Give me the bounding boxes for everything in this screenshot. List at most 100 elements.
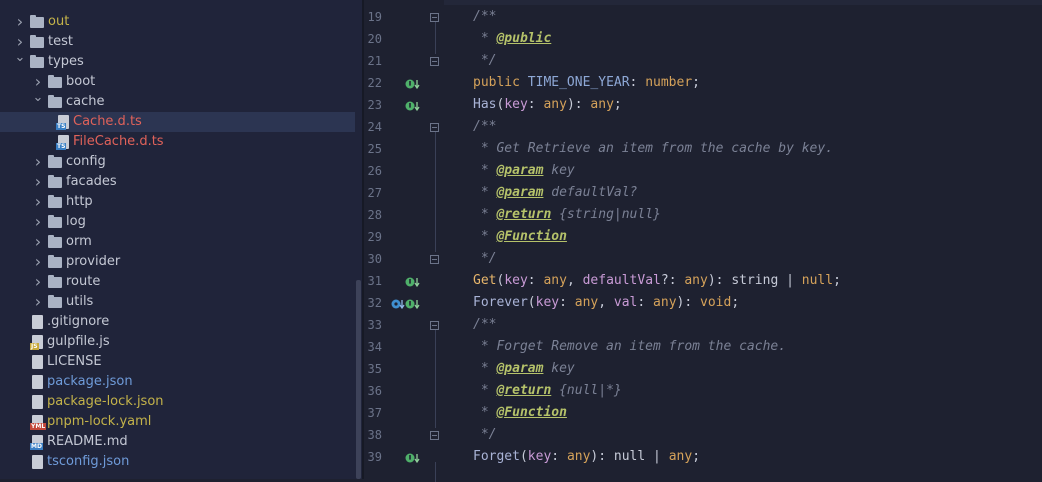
line-number[interactable]: 36: [364, 380, 382, 402]
code-line[interactable]: * Get Retrieve an item from the cache by…: [473, 138, 833, 160]
code-line[interactable]: */: [473, 424, 497, 446]
implemented-icon[interactable]: [405, 76, 423, 90]
line-number[interactable]: 32: [364, 292, 382, 314]
editor-gutter[interactable]: 19 20 21 22 23 24 25 26 27 28 29 30 31 32 33 34 35 36 37 38…: [364, 0, 444, 482]
code-line[interactable]: * Forget Remove an item from the cache.: [473, 336, 786, 358]
line-number[interactable]: 31: [364, 270, 382, 292]
tree-folder[interactable]: › test: [0, 32, 355, 52]
implemented-icon[interactable]: [405, 450, 423, 464]
code-line[interactable]: * @param key: [473, 358, 575, 380]
fold-toggle-icon[interactable]: [430, 321, 439, 330]
chevron-right-icon[interactable]: ›: [32, 252, 44, 272]
tree-folder[interactable]: › provider: [0, 252, 355, 272]
code-token: ):: [676, 295, 701, 310]
tree-file[interactable]: YML pnpm-lock.yaml: [0, 412, 355, 432]
tree-folder[interactable]: › log: [0, 212, 355, 232]
code-token: ,: [598, 295, 614, 310]
line-number[interactable]: 22: [364, 72, 382, 94]
tree-folder[interactable]: ⌄ types: [0, 51, 355, 72]
chevron-right-icon[interactable]: ›: [32, 292, 44, 312]
code-line[interactable]: * @return {null|*}: [473, 380, 622, 402]
code-line[interactable]: /**: [473, 6, 496, 28]
line-number[interactable]: 25: [364, 138, 382, 160]
line-number[interactable]: 39: [364, 446, 382, 468]
fold-toggle-icon[interactable]: [430, 13, 439, 22]
override-implemented-icon[interactable]: [391, 296, 423, 310]
code-editor[interactable]: 19 20 21 22 23 24 25 26 27 28 29 30 31 32 33 34 35 36 37 38…: [364, 0, 1042, 482]
tree-folder[interactable]: › http: [0, 192, 355, 212]
chevron-right-icon[interactable]: ›: [14, 32, 26, 52]
fold-toggle-icon[interactable]: [430, 255, 439, 264]
code-line[interactable]: * @Function: [473, 402, 567, 424]
code-token: ,: [566, 273, 583, 288]
code-line[interactable]: Forever(key: any, val: any): void;: [473, 292, 739, 314]
tree-file[interactable]: TS Cache.d.ts: [0, 112, 355, 132]
line-number[interactable]: 27: [364, 182, 382, 204]
line-number[interactable]: 33: [364, 314, 382, 336]
tree-file[interactable]: package-lock.json: [0, 392, 355, 412]
folder-icon: [48, 195, 62, 208]
tree-scrollbar[interactable]: [356, 280, 361, 479]
line-number[interactable]: 29: [364, 226, 382, 248]
tree-folder[interactable]: › orm: [0, 232, 355, 252]
code-line[interactable]: Forget(key: any): null | any;: [473, 446, 700, 468]
line-number[interactable]: 19: [364, 6, 382, 28]
code-line[interactable]: */: [473, 248, 497, 270]
line-number[interactable]: 24: [364, 116, 382, 138]
line-number[interactable]: 26: [364, 160, 382, 182]
chevron-right-icon[interactable]: ›: [32, 232, 44, 252]
code-line[interactable]: /**: [473, 314, 496, 336]
line-number[interactable]: 28: [364, 204, 382, 226]
tree-file[interactable]: JS gulpfile.js: [0, 332, 355, 352]
chevron-down-icon[interactable]: ⌄: [14, 51, 26, 72]
tree-file[interactable]: LICENSE: [0, 352, 355, 372]
code-line[interactable]: * @param defaultVal?: [473, 182, 638, 204]
line-number[interactable]: 30: [364, 248, 382, 270]
chevron-right-icon[interactable]: ›: [14, 12, 26, 32]
fold-toggle-icon[interactable]: [430, 431, 439, 440]
tree-file[interactable]: MD README.md: [0, 432, 355, 452]
tree-folder[interactable]: › facades: [0, 172, 355, 192]
tree-file[interactable]: TS FileCache.d.ts: [0, 132, 355, 152]
chevron-right-icon[interactable]: ›: [32, 152, 44, 172]
code-token: any: [653, 295, 677, 310]
tree-folder[interactable]: › route: [0, 272, 355, 292]
line-number[interactable]: 37: [364, 402, 382, 424]
chevron-down-icon[interactable]: ⌄: [32, 91, 44, 112]
code-line[interactable]: * @return {string|null}: [473, 204, 661, 226]
line-number[interactable]: 38: [364, 424, 382, 446]
code-line[interactable]: Has(key: any): any;: [473, 94, 622, 116]
code-token: null: [613, 449, 646, 464]
code-token: key: [504, 273, 528, 288]
code-line[interactable]: Get(key: any, defaultVal?: any): string …: [473, 270, 841, 292]
tree-folder[interactable]: › out: [0, 12, 355, 32]
tree-file[interactable]: .gitignore: [0, 312, 355, 332]
chevron-right-icon[interactable]: ›: [32, 192, 44, 212]
line-number[interactable]: 34: [364, 336, 382, 358]
tree-folder[interactable]: › utils: [0, 292, 355, 312]
code-line[interactable]: * @param key: [473, 160, 575, 182]
fold-toggle-icon[interactable]: [430, 57, 439, 66]
chevron-right-icon[interactable]: ›: [32, 212, 44, 232]
chevron-right-icon[interactable]: ›: [32, 72, 44, 92]
implemented-icon[interactable]: [405, 274, 423, 288]
implemented-icon[interactable]: [405, 98, 423, 112]
line-number[interactable]: 20: [364, 28, 382, 50]
line-number[interactable]: 21: [364, 50, 382, 72]
tree-file[interactable]: package.json: [0, 372, 355, 392]
tree-folder[interactable]: › boot: [0, 72, 355, 92]
tree-file[interactable]: tsconfig.json: [0, 452, 355, 472]
tree-folder[interactable]: ⌄ cache: [0, 91, 355, 112]
fold-toggle-icon[interactable]: [430, 123, 439, 132]
line-number[interactable]: 35: [364, 358, 382, 380]
code-line[interactable]: /**: [473, 116, 496, 138]
chevron-right-icon[interactable]: ›: [32, 272, 44, 292]
tree-item-label: facades: [66, 174, 117, 189]
code-line[interactable]: * @public: [473, 28, 551, 50]
code-line[interactable]: * @Function: [473, 226, 567, 248]
tree-folder[interactable]: › config: [0, 152, 355, 172]
line-number[interactable]: 23: [364, 94, 382, 116]
code-line[interactable]: public TIME_ONE_YEAR: number;: [473, 72, 700, 94]
chevron-right-icon[interactable]: ›: [32, 172, 44, 192]
code-line[interactable]: */: [473, 50, 497, 72]
